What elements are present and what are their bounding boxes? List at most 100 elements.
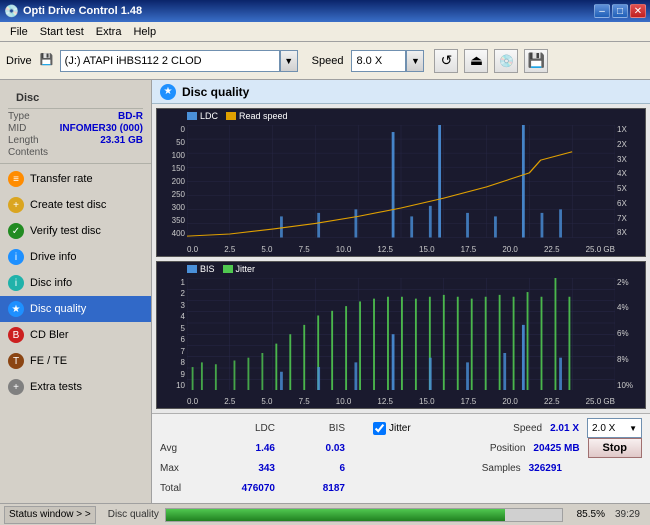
menu-help[interactable]: Help xyxy=(127,25,162,39)
sidebar-item-create-test-disc[interactable]: + Create test disc xyxy=(0,192,151,218)
drive-dropdown-button[interactable]: ▼ xyxy=(280,50,298,72)
chart1-svg xyxy=(187,125,615,238)
chart1-y-left: 400 350 300 250 200 150 100 50 0 xyxy=(157,125,187,238)
status-progress-area: Disc quality 85.5% xyxy=(100,508,605,522)
status-bar: Status window > > Disc quality 85.5% 39:… xyxy=(0,503,650,525)
disc-length-label: Length xyxy=(8,135,39,146)
create-test-disc-icon: + xyxy=(8,197,24,213)
drive-select[interactable]: (J:) ATAPI iHBS112 2 CLOD xyxy=(60,50,280,72)
menu-extra[interactable]: Extra xyxy=(90,25,128,39)
disc-type-row: Type BD-R xyxy=(8,111,143,122)
content-header-icon: ★ xyxy=(160,84,176,100)
jitter-legend-color xyxy=(223,265,233,273)
fe-te-icon: T xyxy=(8,353,24,369)
chart2-svg xyxy=(187,278,615,391)
speed-label: Speed xyxy=(312,55,344,67)
sidebar-item-drive-info[interactable]: i Drive info xyxy=(0,244,151,270)
disc-contents-row: Contents xyxy=(8,147,143,158)
status-window-button[interactable]: Status window > > xyxy=(4,506,96,524)
title-bar: 💿 Opti Drive Control 1.48 – □ ✕ xyxy=(0,0,650,22)
speed-select[interactable]: 8.0 X xyxy=(351,50,406,72)
toolbar: Drive 💾 (J:) ATAPI iHBS112 2 CLOD ▼ Spee… xyxy=(0,42,650,80)
disc-icon-button[interactable]: 💿 xyxy=(494,49,518,73)
col-header-bis: BIS xyxy=(295,423,345,434)
close-button[interactable]: ✕ xyxy=(630,4,646,18)
content-header: ★ Disc quality xyxy=(152,80,650,104)
cd-bler-icon: B xyxy=(8,327,24,343)
total-ldc: 476070 xyxy=(225,483,275,494)
menu-file[interactable]: File xyxy=(4,25,34,39)
samples-group: Samples 326291 xyxy=(482,463,642,474)
sidebar-item-cd-bler[interactable]: B CD Bler xyxy=(0,322,151,348)
disc-info-section: Disc Type BD-R MID INFOMER30 (000) Lengt… xyxy=(0,84,151,164)
sidebar-item-verify-test-disc-label: Verify test disc xyxy=(30,225,101,237)
speed-dropdown-button[interactable]: ▼ xyxy=(406,50,424,72)
sidebar-item-fe-te-label: FE / TE xyxy=(30,355,67,367)
ldc-legend-label: LDC xyxy=(200,111,218,121)
progress-bar xyxy=(165,508,563,522)
sidebar-item-extra-tests[interactable]: + Extra tests xyxy=(0,374,151,400)
sidebar-item-disc-quality[interactable]: ★ Disc quality xyxy=(0,296,151,322)
chart1-x-axis: 0.0 2.5 5.0 7.5 10.0 12.5 15.0 17.5 20.0… xyxy=(187,245,615,254)
read-speed-legend-color xyxy=(226,112,236,120)
read-speed-legend-label: Read speed xyxy=(239,111,288,121)
total-label: Total xyxy=(160,483,205,494)
eject-button[interactable]: ⏏ xyxy=(464,49,488,73)
disc-mid-row: MID INFOMER30 (000) xyxy=(8,123,143,134)
content-area: ★ Disc quality 400 350 300 250 200 150 1… xyxy=(152,80,650,503)
chart2-y-right: 10% 8% 6% 4% 2% xyxy=(615,278,645,391)
minimize-button[interactable]: – xyxy=(594,4,610,18)
sidebar-item-transfer-rate-label: Transfer rate xyxy=(30,173,93,185)
stats-total-row: Total 476070 8187 xyxy=(160,479,642,499)
disc-section-title: Disc xyxy=(8,88,143,109)
bis-legend-label: BIS xyxy=(200,264,215,274)
speed-box[interactable]: 2.0 X ▼ xyxy=(587,418,642,438)
menu-bar: File Start test Extra Help xyxy=(0,22,650,42)
stats-bar: LDC BIS Jitter Speed 2.01 X 2.0 X ▼ Avg xyxy=(152,413,650,503)
samples-value: 326291 xyxy=(529,463,562,474)
stop-button[interactable]: Stop xyxy=(588,438,642,458)
avg-ldc: 1.46 xyxy=(225,443,275,454)
drive-info-icon: i xyxy=(8,249,24,265)
menu-start-test[interactable]: Start test xyxy=(34,25,90,39)
position-group: Position 20425 MB Stop xyxy=(490,438,642,458)
sidebar-item-disc-info[interactable]: i Disc info xyxy=(0,270,151,296)
jitter-legend-label: Jitter xyxy=(236,264,256,274)
samples-label: Samples xyxy=(482,463,521,474)
disc-quality-icon: ★ xyxy=(8,301,24,317)
chart2-legend: BIS Jitter xyxy=(187,264,255,274)
jitter-label: Jitter xyxy=(389,423,411,434)
sidebar-item-drive-info-label: Drive info xyxy=(30,251,76,263)
speed-label: Speed xyxy=(513,423,542,434)
jitter-checkbox-group[interactable]: Jitter xyxy=(373,422,411,435)
position-label: Position xyxy=(490,443,526,454)
sidebar-item-create-test-disc-label: Create test disc xyxy=(30,199,106,211)
sidebar-item-fe-te[interactable]: T FE / TE xyxy=(0,348,151,374)
verify-test-disc-icon: ✓ xyxy=(8,223,24,239)
speed-right-group: Speed 2.01 X 2.0 X ▼ xyxy=(513,418,642,438)
sidebar-item-transfer-rate[interactable]: ≡ Transfer rate xyxy=(0,166,151,192)
avg-label: Avg xyxy=(160,443,205,454)
save-button[interactable]: 💾 xyxy=(524,49,548,73)
chart2-y-left: 10 9 8 7 6 5 4 3 2 1 xyxy=(157,278,187,391)
disc-length-row: Length 23.31 GB xyxy=(8,135,143,146)
progress-bar-fill xyxy=(166,509,505,521)
content-header-title: Disc quality xyxy=(182,85,249,99)
jitter-checkbox[interactable] xyxy=(373,422,386,435)
extra-tests-icon: + xyxy=(8,379,24,395)
refresh-button[interactable]: ↺ xyxy=(434,49,458,73)
disc-mid-value: INFOMER30 (000) xyxy=(60,123,143,134)
disc-type-label: Type xyxy=(8,111,30,122)
sidebar-item-verify-test-disc[interactable]: ✓ Verify test disc xyxy=(0,218,151,244)
chart1-legend: LDC Read speed xyxy=(187,111,288,121)
maximize-button[interactable]: □ xyxy=(612,4,628,18)
position-value: 20425 MB xyxy=(533,443,579,454)
sidebar-item-disc-quality-label: Disc quality xyxy=(30,303,86,315)
disc-info-icon: i xyxy=(8,275,24,291)
max-ldc: 343 xyxy=(225,463,275,474)
transfer-rate-icon: ≡ xyxy=(8,171,24,187)
stats-header-row: LDC BIS Jitter Speed 2.01 X 2.0 X ▼ xyxy=(160,418,642,438)
progress-pct: 85.5% xyxy=(569,509,605,520)
ldc-legend-color xyxy=(187,112,197,120)
speed-value: 2.01 X xyxy=(550,423,579,434)
